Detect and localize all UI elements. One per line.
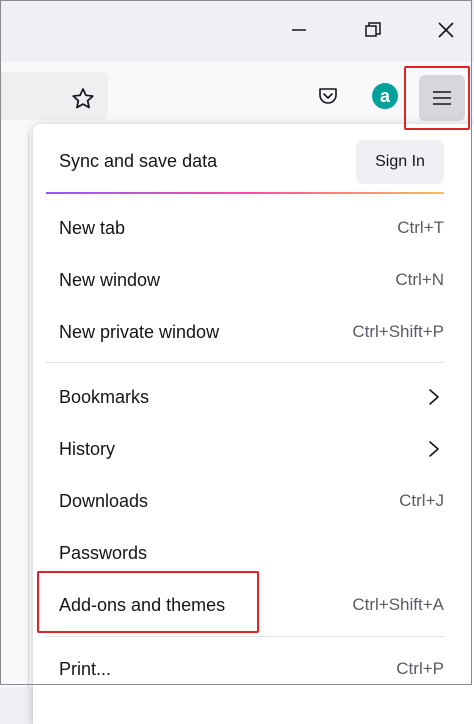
amazon-assistant-icon[interactable]: a: [366, 77, 404, 115]
menu-item-shortcut: Ctrl+J: [399, 491, 444, 510]
restore-icon[interactable]: [349, 6, 397, 54]
sync-section: Sync and save data Sign In: [33, 124, 474, 194]
accent-divider: [46, 192, 444, 194]
menu-item-history[interactable]: History: [46, 426, 444, 472]
add-ons-highlight: [37, 571, 259, 633]
menu-item-print[interactable]: Print... Ctrl+P: [46, 646, 444, 692]
menu-item-shortcut: Ctrl+Shift+A: [352, 595, 444, 614]
menu-item-shortcut: Ctrl+Shift+P: [352, 322, 444, 341]
pocket-icon[interactable]: [309, 77, 347, 115]
menu-item-label: Print...: [59, 659, 112, 679]
menu-button-highlight: [404, 66, 470, 130]
menu-item-label: Downloads: [59, 491, 149, 511]
title-bar: [0, 0, 474, 62]
menu-item-new-tab[interactable]: New tab Ctrl+T: [46, 205, 444, 251]
svg-text:a: a: [380, 86, 391, 106]
chevron-right-icon: [429, 389, 439, 405]
navigation-toolbar: a: [0, 62, 474, 132]
chevron-right-icon: [429, 441, 439, 457]
app-menu-panel: Sync and save data Sign In New tab Ctrl+…: [33, 124, 474, 724]
menu-item-passwords[interactable]: Passwords: [46, 530, 444, 576]
menu-item-shortcut: Ctrl+N: [395, 270, 444, 289]
star-icon[interactable]: [64, 80, 102, 118]
menu-item-downloads[interactable]: Downloads Ctrl+J: [46, 478, 444, 524]
address-bar[interactable]: [0, 72, 108, 120]
menu-item-label: New tab: [59, 218, 126, 238]
menu-item-label: Bookmarks: [59, 387, 150, 407]
sign-in-button[interactable]: Sign In: [356, 140, 444, 184]
menu-item-label: Passwords: [59, 543, 148, 563]
menu-item-label: New private window: [59, 322, 220, 342]
menu-item-label: New window: [59, 270, 161, 290]
menu-separator: [46, 636, 444, 637]
menu-item-shortcut: Ctrl+T: [397, 218, 444, 237]
sync-label: Sync and save data: [59, 151, 218, 171]
minimize-icon[interactable]: [275, 6, 323, 54]
menu-item-shortcut: Ctrl+P: [396, 659, 444, 678]
menu-item-new-window[interactable]: New window Ctrl+N: [46, 257, 444, 303]
menu-item-label: History: [59, 439, 116, 459]
menu-item-new-private-window[interactable]: New private window Ctrl+Shift+P: [46, 309, 444, 355]
page-sidebar: [0, 132, 29, 687]
menu-item-bookmarks[interactable]: Bookmarks: [46, 374, 444, 420]
menu-separator: [46, 362, 444, 363]
close-icon[interactable]: [422, 6, 470, 54]
